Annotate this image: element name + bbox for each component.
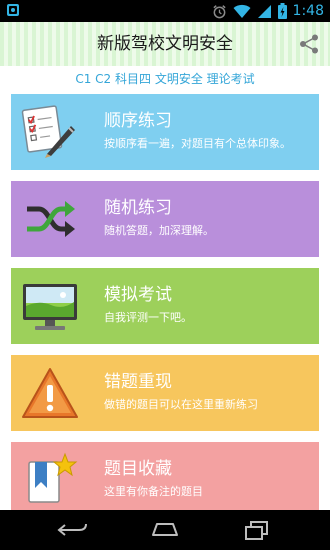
card-description: 这里有你备注的题目 [104, 485, 203, 498]
battery-charging-icon [277, 3, 287, 19]
notification-icon [7, 4, 19, 16]
alarm-icon [212, 4, 226, 18]
card-title: 随机练习 [104, 198, 172, 218]
monitor-icon [23, 284, 77, 330]
signal-icon [257, 4, 271, 18]
app-bar: 新版驾校文明安全 [0, 22, 330, 66]
card-random-practice[interactable]: 随机练习 随机答题，加深理解。 [11, 181, 319, 257]
share-icon[interactable] [298, 33, 320, 55]
card-title: 题目收藏 [104, 459, 172, 479]
shuffle-icon [27, 201, 75, 237]
card-sequential-practice[interactable]: 顺序练习 按顺序看一遍，对题目有个总体印象。 [11, 94, 319, 170]
card-favorites[interactable]: 题目收藏 这里有你备注的题目 [11, 442, 319, 510]
card-title: 模拟考试 [104, 285, 172, 305]
card-description: 自我评测一下吧。 [104, 311, 192, 324]
subtitle: C1 C2 科目四 文明安全 理论考试 [75, 72, 255, 86]
recent-apps-icon[interactable] [239, 519, 275, 541]
card-description: 按顺序看一遍，对题目有个总体印象。 [104, 137, 291, 150]
home-icon[interactable] [147, 519, 183, 541]
card-description: 随机答题，加深理解。 [104, 224, 214, 237]
card-title: 错题重现 [104, 372, 172, 392]
card-description: 做错的题目可以在这里重新练习 [104, 398, 258, 411]
card-title: 顺序练习 [104, 111, 172, 131]
back-icon[interactable] [55, 519, 91, 541]
card-mock-exam[interactable]: 模拟考试 自我评测一下吧。 [11, 268, 319, 344]
checklist-pen-icon [21, 105, 75, 158]
page-title: 新版驾校文明安全 [97, 34, 233, 54]
clock: 1:48 [292, 3, 324, 19]
wifi-icon [233, 4, 251, 18]
card-wrong-questions[interactable]: 错题重现 做错的题目可以在这里重新练习 [11, 355, 319, 431]
status-bar: 1:48 [0, 0, 330, 22]
bookmark-star-icon [28, 452, 78, 503]
navigation-bar [0, 510, 330, 550]
warning-icon [22, 368, 78, 418]
